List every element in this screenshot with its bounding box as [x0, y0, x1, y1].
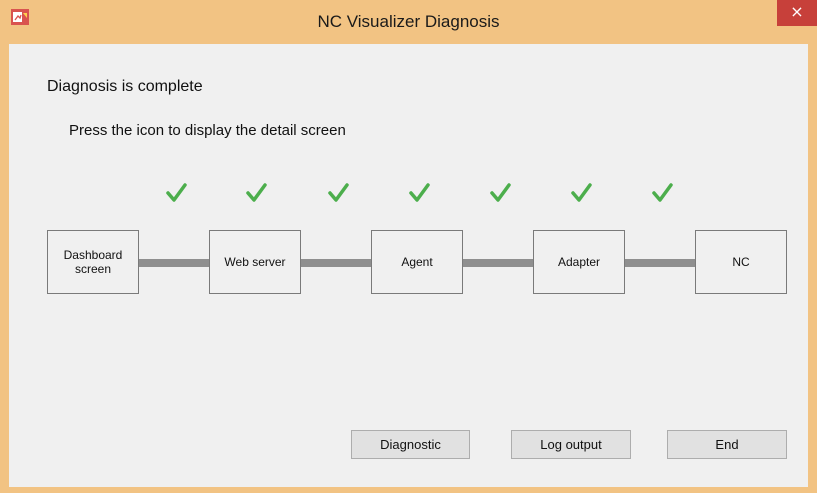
title-bar: NC Visualizer Diagnosis × — [0, 0, 817, 44]
close-button[interactable]: × — [777, 0, 817, 26]
node-label: Adapter — [557, 255, 601, 269]
connector-dashboard-webserver — [139, 259, 209, 267]
end-button[interactable]: End — [667, 430, 787, 459]
node-adapter[interactable]: Adapter — [533, 230, 625, 294]
check-icon[interactable] — [165, 182, 187, 204]
diagnostic-button[interactable]: Diagnostic — [351, 430, 470, 459]
node-label: Agent — [401, 255, 433, 269]
connector-webserver-agent — [301, 259, 371, 267]
client-area: Diagnosis is complete Press the icon to … — [9, 44, 808, 487]
check-icon[interactable] — [489, 182, 511, 204]
hint-text: Press the icon to display the detail scr… — [69, 122, 346, 139]
node-label: Dashboard screen — [63, 248, 123, 276]
node-label: Web server — [224, 255, 286, 269]
node-nc[interactable]: NC — [695, 230, 787, 294]
node-web-server[interactable]: Web server — [209, 230, 301, 294]
connector-agent-adapter — [463, 259, 533, 267]
check-icon[interactable] — [570, 182, 592, 204]
status-text: Diagnosis is complete — [47, 78, 203, 95]
node-dashboard-screen[interactable]: Dashboard screen — [47, 230, 139, 294]
connector-adapter-nc — [624, 259, 695, 267]
node-label: NC — [732, 255, 750, 269]
log-output-button[interactable]: Log output — [511, 430, 631, 459]
check-icon[interactable] — [408, 182, 430, 204]
check-icon[interactable] — [245, 182, 267, 204]
check-icon[interactable] — [651, 182, 673, 204]
check-icon[interactable] — [327, 182, 349, 204]
window-title: NC Visualizer Diagnosis — [317, 12, 500, 31]
node-agent[interactable]: Agent — [371, 230, 463, 294]
diagnosis-window: NC Visualizer Diagnosis × Diagnosis is c… — [0, 0, 817, 493]
